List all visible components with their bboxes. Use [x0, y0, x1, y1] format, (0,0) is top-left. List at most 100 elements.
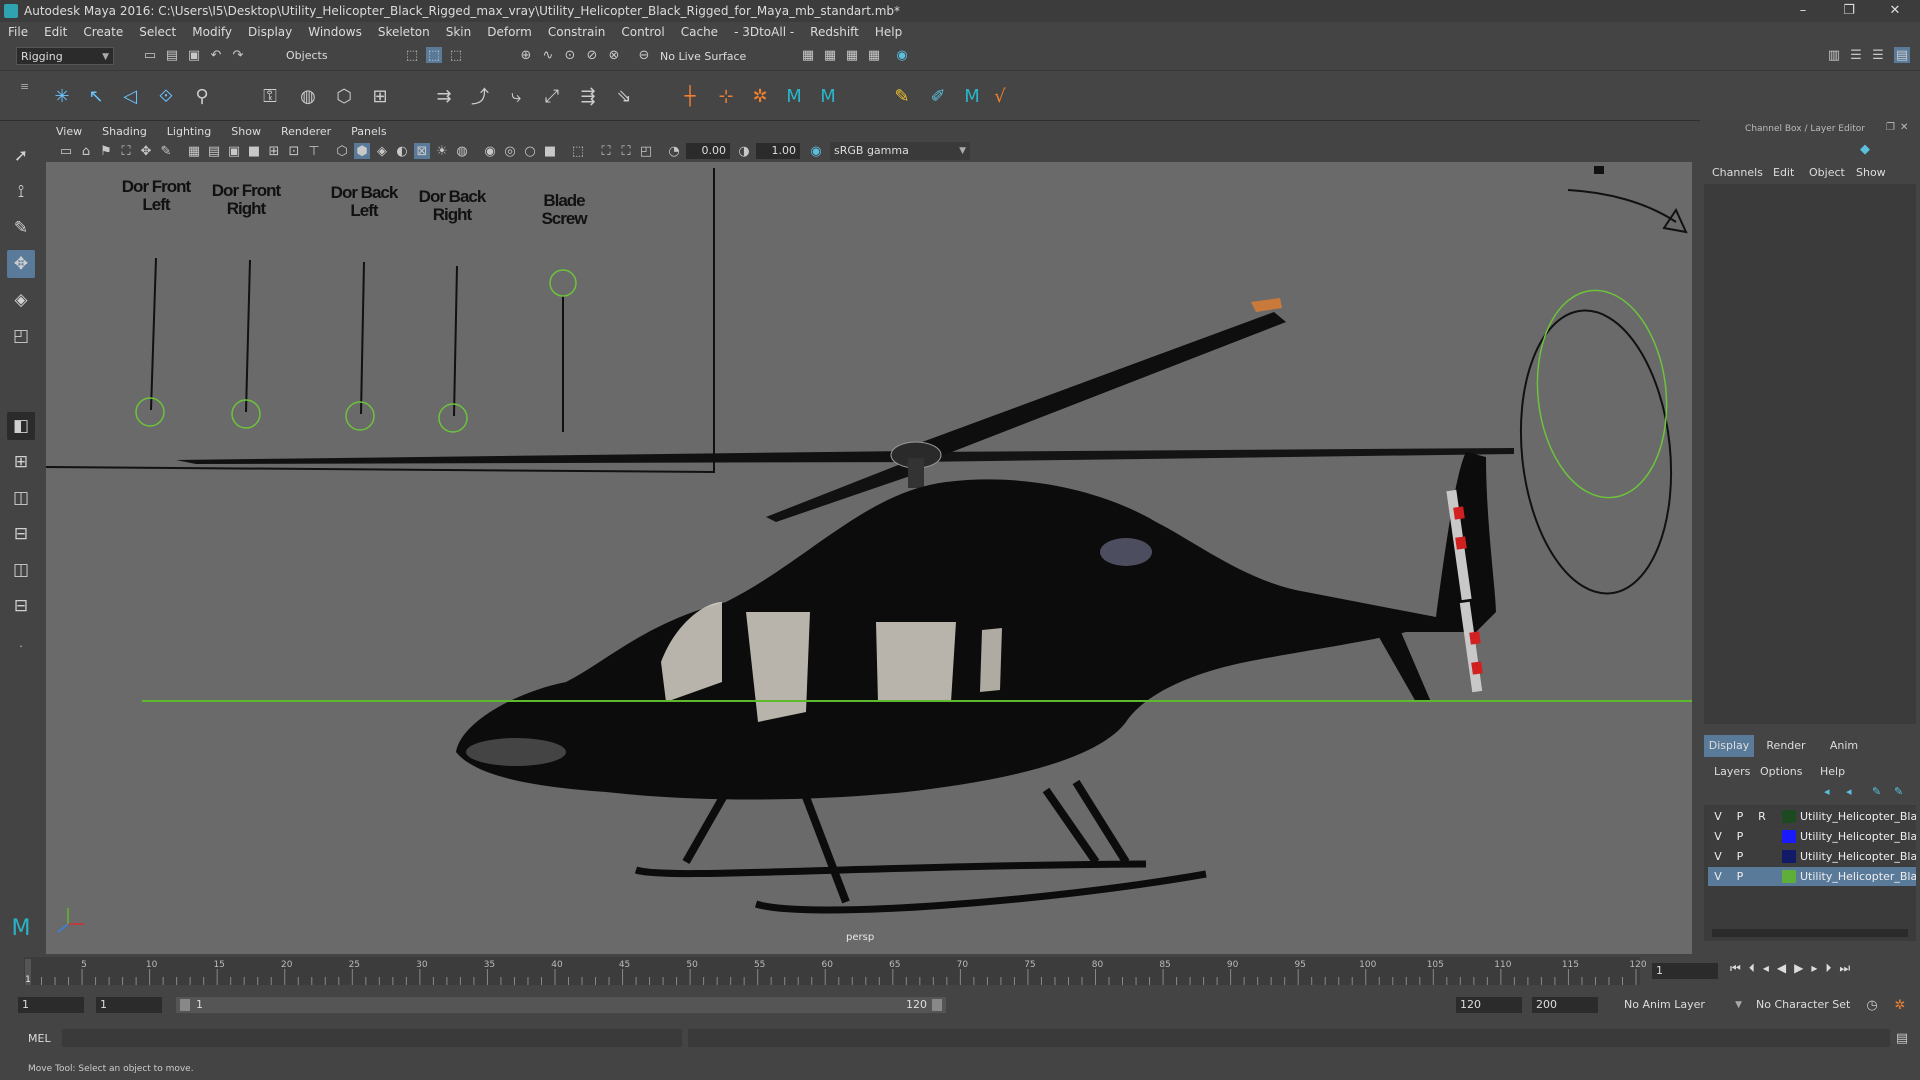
layer-reference[interactable]: R [1752, 807, 1772, 826]
range-handle-left[interactable] [180, 999, 190, 1011]
new-scene-icon[interactable]: ▭ [142, 47, 158, 63]
skeleton-icon[interactable]: ⚲ [190, 84, 214, 108]
menu-set-dropdown[interactable]: Rigging ▼ [16, 47, 114, 65]
layer-row[interactable]: V P R Utility_Helicopter_Blac [1708, 807, 1916, 826]
menu-file[interactable]: File [0, 25, 36, 39]
backface-icon[interactable]: ■ [542, 143, 558, 159]
close-button[interactable]: ✕ [1872, 0, 1918, 22]
animation-prefs-icon[interactable]: ✲ [1892, 997, 1908, 1013]
go-to-end-icon[interactable]: ⏭ [1839, 961, 1858, 975]
tab-anim[interactable]: Anim [1816, 735, 1872, 757]
selection-mask-dropdown[interactable]: Objects [282, 47, 382, 65]
close-icon[interactable]: ✕ [1900, 122, 1908, 133]
render-settings-icon[interactable]: ▦ [866, 47, 882, 63]
layer-scrollbar[interactable] [1712, 929, 1908, 937]
move-layer-down-icon[interactable]: ◂ [1846, 785, 1852, 798]
modeling-toolkit-icon[interactable]: ▥ [1826, 47, 1842, 63]
object-menu[interactable]: Object [1809, 166, 1845, 179]
shadows-icon[interactable]: ☀ [434, 143, 450, 159]
use-all-lights-icon[interactable]: ⊠ [414, 143, 430, 159]
menu-3dtoall[interactable]: - 3DtoAll - [726, 25, 802, 39]
slider-handle[interactable] [549, 269, 577, 297]
orient-constraint-icon[interactable]: ⤴ [468, 84, 492, 108]
panel-menu-lighting[interactable]: Lighting [157, 125, 221, 138]
snap-grid-icon[interactable]: ⊕ [518, 47, 534, 63]
rotate-tool-icon[interactable]: ◈ [7, 286, 35, 314]
four-view-layout-icon[interactable]: ⊞ [7, 448, 35, 476]
film-gate-icon[interactable]: ▤ [206, 143, 222, 159]
help-menu[interactable]: Help [1820, 765, 1845, 778]
rotor-control-ellipse[interactable] [1508, 303, 1685, 601]
snap-view-icon[interactable]: ⊘ [584, 47, 600, 63]
gamma-field[interactable]: 1.00 [756, 143, 800, 159]
script-language-label[interactable]: MEL [28, 1032, 51, 1045]
menu-skin[interactable]: Skin [438, 25, 480, 39]
menu-create[interactable]: Create [75, 25, 131, 39]
layer-color-swatch[interactable] [1782, 830, 1796, 843]
step-back-key-icon[interactable]: ⏴ [1749, 961, 1763, 975]
point-constraint-icon[interactable]: ⇉ [432, 84, 456, 108]
playback-end-field[interactable]: 120 [1456, 997, 1522, 1013]
play-back-icon[interactable]: ◀ [1777, 961, 1794, 975]
resolution-gate-icon[interactable]: ▣ [226, 143, 242, 159]
new-layer-icon[interactable]: ✎ [1872, 785, 1881, 798]
frame-selected-icon[interactable]: ⛶ [618, 143, 634, 159]
maya-script-3-icon[interactable]: M [960, 84, 984, 108]
layer-row[interactable]: V P Utility_Helicopter_Blac [1708, 847, 1916, 866]
locator-rig-icon[interactable]: ⊹ [714, 84, 738, 108]
move-layer-up-icon[interactable]: ◂ [1824, 785, 1830, 798]
layers-menu[interactable]: Layers [1714, 765, 1750, 778]
menu-windows[interactable]: Windows [300, 25, 370, 39]
grid-icon[interactable]: ▦ [186, 143, 202, 159]
menu-redshift[interactable]: Redshift [802, 25, 867, 39]
layer-playback[interactable]: P [1730, 807, 1750, 826]
snap-surface-icon[interactable]: ⊗ [606, 47, 622, 63]
go-to-start-icon[interactable]: ⏮ [1730, 961, 1749, 975]
wireframe-icon[interactable]: ⬡ [334, 143, 350, 159]
panel-menu-show[interactable]: Show [221, 125, 271, 138]
render-frame-icon[interactable]: ▦ [822, 47, 838, 63]
field-chart-icon[interactable]: ⊞ [266, 143, 282, 159]
hypergraph-layout-icon[interactable]: ◫ [7, 556, 35, 584]
safe-title-icon[interactable]: ⊤ [306, 143, 322, 159]
range-handle-right[interactable] [932, 999, 942, 1011]
grease-pencil-icon[interactable]: ✎ [158, 143, 174, 159]
menu-select[interactable]: Select [131, 25, 184, 39]
render-view-icon[interactable]: ▦ [800, 47, 816, 63]
smooth-skin-icon[interactable]: ◍ [296, 84, 320, 108]
maya-script-icon[interactable]: M [782, 84, 806, 108]
select-object-icon[interactable]: ⬚ [426, 47, 442, 63]
new-layer-selected-icon[interactable]: ✎ [1894, 785, 1903, 798]
xray-icon[interactable]: ◎ [502, 143, 518, 159]
step-back-icon[interactable]: ◂ [1763, 961, 1777, 975]
ao-icon[interactable]: ◍ [454, 143, 470, 159]
scale-constraint-icon[interactable]: ⤢ [540, 84, 564, 108]
more-layouts-icon[interactable]: · [7, 632, 35, 660]
select-hierarchy-icon[interactable]: ⬚ [404, 47, 420, 63]
layer-color-swatch[interactable] [1782, 870, 1796, 883]
gate-mask-icon[interactable]: ■ [246, 143, 262, 159]
move-tool-icon[interactable]: ✥ [7, 250, 35, 278]
ik-spline-icon[interactable]: ◁ [118, 84, 142, 108]
panel-menu-view[interactable]: View [46, 125, 92, 138]
layer-visibility[interactable]: V [1708, 847, 1728, 866]
menu-constrain[interactable]: Constrain [540, 25, 614, 39]
step-forward-key-icon[interactable]: ⏵ [1825, 961, 1839, 975]
menu-deform[interactable]: Deform [479, 25, 540, 39]
attribute-editor-icon[interactable]: ☰ [1848, 47, 1864, 63]
layer-row[interactable]: V P Utility_Helicopter_Blac [1708, 827, 1916, 846]
check-icon[interactable]: √ [988, 84, 1012, 108]
slider-handle[interactable] [135, 397, 165, 427]
live-surface-icon[interactable]: ⊖ [636, 47, 652, 63]
snap-point-icon[interactable]: ⊙ [562, 47, 578, 63]
layer-playback[interactable]: P [1730, 867, 1750, 886]
panel-menu-renderer[interactable]: Renderer [271, 125, 341, 138]
exposure-icon[interactable]: ◔ [666, 143, 682, 159]
smooth-shade-icon[interactable]: ⬢ [354, 143, 370, 159]
playback-start-field[interactable]: 1 [96, 997, 162, 1013]
layer-row[interactable]: V P Utility_Helicopter_Blac [1708, 867, 1916, 886]
color-space-dropdown[interactable]: sRGB gamma ▼ [830, 142, 970, 160]
time-slider[interactable]: 5 10 15 20 25 30 35 40 45 50 55 60 65 70 75 80 85 90 95 100… [0, 955, 1920, 987]
script-editor-icon[interactable]: ▤ [1894, 1030, 1910, 1046]
graph-layout-icon[interactable]: ⊟ [7, 520, 35, 548]
